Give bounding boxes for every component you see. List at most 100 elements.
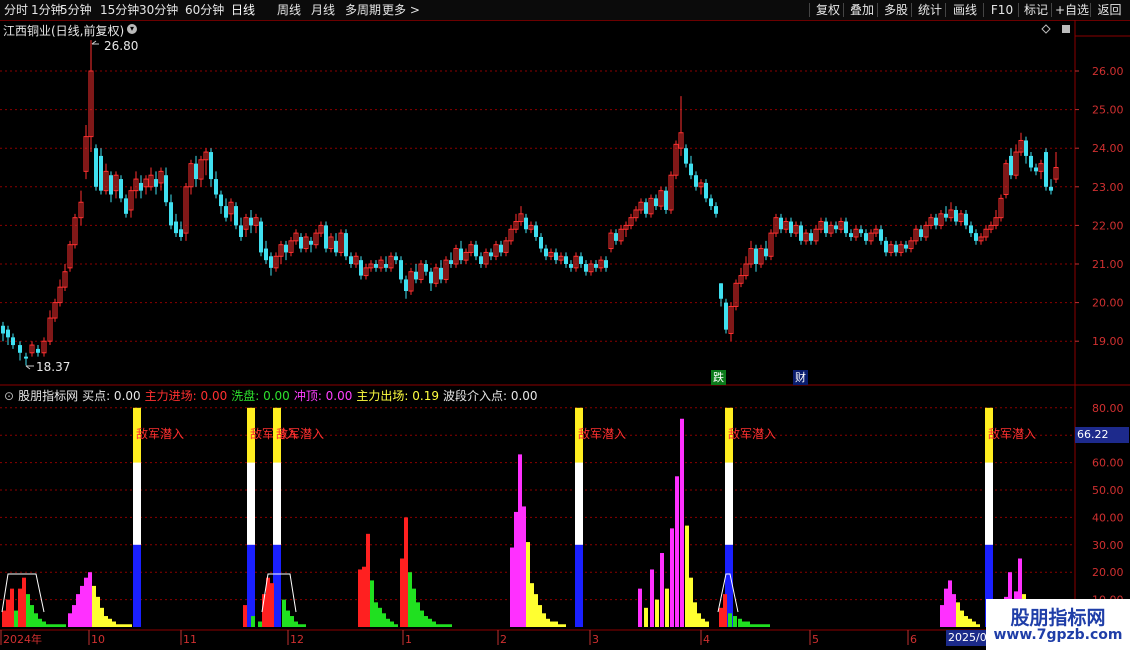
- watermark: 股朋指标网 www.7gpzb.com: [986, 599, 1130, 650]
- indicator-bar: [128, 624, 132, 627]
- candle-down: [36, 348, 40, 353]
- indicator-bar: [416, 602, 420, 627]
- candle-down: [894, 244, 898, 253]
- candle-down: [219, 194, 223, 207]
- indicator-axis-label: 80.00: [1092, 402, 1124, 415]
- candle-down: [449, 260, 453, 264]
- high-price-label: 26.80: [104, 39, 138, 53]
- indicator-bar: [723, 594, 727, 627]
- candle-down: [299, 236, 303, 249]
- candle-down: [964, 213, 968, 226]
- time-axis-label: 10: [91, 633, 105, 646]
- indicator-bar: [116, 624, 120, 627]
- candle-down: [424, 264, 428, 272]
- indicator-bar: [758, 624, 762, 627]
- candle-down: [824, 221, 828, 234]
- candle-down: [139, 182, 143, 191]
- candle-down: [234, 206, 238, 226]
- time-axis-label: 3: [592, 633, 599, 646]
- candle-down: [414, 271, 418, 280]
- indicator-bar: [412, 588, 416, 627]
- indicator-bar: [100, 607, 104, 627]
- indicator-bar: [6, 599, 10, 627]
- candle-down: [99, 155, 103, 191]
- indicator-settings-icon[interactable]: ⊙: [4, 389, 14, 403]
- indicator-bar: [2, 610, 6, 627]
- candle-down: [124, 198, 128, 214]
- time-axis-label: 4: [703, 633, 710, 646]
- time-axis-label: 5: [812, 633, 819, 646]
- time-axis-label: 6: [910, 633, 917, 646]
- candle-down: [349, 256, 353, 264]
- time-axis-label: 2: [500, 633, 507, 646]
- indicator-bar: [366, 533, 370, 627]
- indicator-bar: [370, 580, 374, 627]
- candle-down: [764, 248, 768, 257]
- candle-down: [569, 264, 573, 268]
- indicator-bar: [96, 596, 100, 627]
- indicator-bar: [680, 418, 684, 627]
- indicator-bar: [742, 621, 746, 627]
- indicator-bar: [108, 618, 112, 627]
- indicator-bar: [538, 605, 542, 627]
- indicator-bar: [14, 610, 18, 627]
- candle-down: [754, 248, 758, 264]
- candle-down: [404, 279, 408, 292]
- candle-down: [694, 175, 698, 187]
- indicator-bar: [251, 616, 255, 627]
- indicator-bar: [124, 624, 128, 627]
- indicator-bar: [766, 624, 770, 627]
- indicator-bar: [542, 613, 546, 627]
- indicator-bar: [286, 610, 290, 627]
- indicator-bar: [444, 624, 448, 627]
- candle-down: [194, 163, 198, 180]
- candle-down: [789, 221, 793, 234]
- indicator-bar: [54, 624, 58, 627]
- indicator-bar: [660, 553, 664, 627]
- price-axis-label: 22.00: [1092, 219, 1124, 232]
- indicator-bar: [390, 621, 394, 627]
- candle-down: [264, 248, 268, 261]
- candle-down: [169, 202, 173, 226]
- indicator-axis-label: 50.00: [1092, 484, 1124, 497]
- indicator-bar: [960, 610, 964, 627]
- candle-down: [664, 190, 668, 210]
- indicator-bar: [243, 605, 247, 627]
- candle-down: [644, 202, 648, 214]
- indicator-bar: [298, 624, 302, 627]
- price-axis-label: 19.00: [1092, 335, 1124, 348]
- indicator-bar: [62, 624, 66, 627]
- indicator-title: ⊙ 股朋指标网 买点: 0.00 主力进场: 0.00 洗盘: 0.00 冲顶: 0.00…: [4, 387, 542, 404]
- indicator-bar: [34, 613, 38, 627]
- candle-down: [324, 225, 328, 249]
- event-tag-finance[interactable]: 财: [793, 370, 808, 385]
- signal-label: 敌军潜入: [728, 426, 776, 441]
- candle-down: [359, 260, 363, 276]
- indicator-field-2: 洗盘: 0.00: [231, 389, 290, 403]
- indicator-field-4: 主力出场: 0.19: [356, 389, 439, 403]
- candle-down: [704, 182, 708, 199]
- indicator-bar: [294, 621, 298, 627]
- time-axis-label: 12: [290, 633, 304, 646]
- candle-down: [119, 179, 123, 199]
- indicator-bar: [22, 577, 26, 627]
- candle-down: [594, 264, 598, 268]
- indicator-bar: [575, 544, 583, 627]
- indicator-bar: [72, 605, 76, 627]
- candle-down: [109, 175, 113, 195]
- low-marker: [25, 365, 34, 370]
- candle-down: [284, 244, 288, 253]
- candle-down: [174, 221, 178, 234]
- candle-down: [684, 148, 688, 164]
- event-tag-fall[interactable]: 跌: [711, 370, 726, 385]
- candle-down: [544, 248, 548, 257]
- chart-canvas[interactable]: 26.00 25.00 24.00 23.00 22.00 21.00 20.00 19.00…: [0, 0, 1130, 650]
- candle-down: [399, 260, 403, 280]
- indicator-axis-label: 30.00: [1092, 539, 1124, 552]
- indicator-bar: [92, 585, 96, 627]
- time-axis-label: 1: [405, 633, 412, 646]
- indicator-bar: [956, 602, 960, 627]
- indicator-bar: [76, 594, 80, 627]
- indicator-bar: [273, 544, 281, 627]
- indicator-bar: [42, 621, 46, 627]
